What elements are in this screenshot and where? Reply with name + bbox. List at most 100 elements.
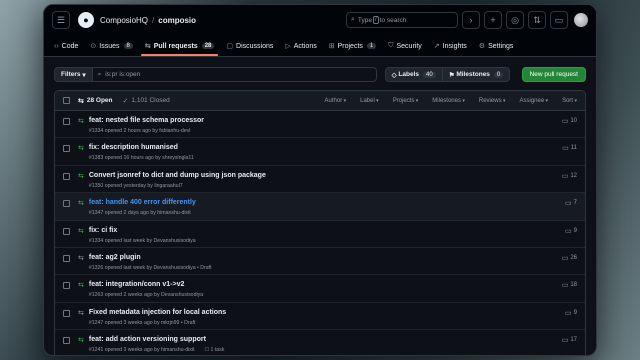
shield-icon: ⛉	[388, 42, 394, 49]
table-row[interactable]: ⇆ feat: add action versioning support #124…	[55, 330, 585, 355]
tab-settings[interactable]: ⚙ Settings	[473, 42, 520, 56]
pr-meta: #1247 opened 3 weeks ago by mkrjn99 • Dr…	[89, 320, 577, 326]
draft-pull-request-icon: ⇆	[78, 254, 84, 262]
pull-request-icon: ⇆	[78, 172, 84, 180]
labels-button[interactable]: ◇ Labels 40	[384, 67, 443, 82]
author-dropdown[interactable]: Author	[325, 98, 347, 104]
pr-title[interactable]: feat: nested file schema processor	[89, 116, 577, 125]
tab-insights[interactable]: ↗ Insights	[428, 42, 473, 56]
tab-actions[interactable]: ▷ Actions	[279, 42, 322, 56]
comment-number: 9	[573, 309, 577, 316]
row-checkbox[interactable]	[63, 309, 70, 317]
pr-title[interactable]: Convert jsonref to dict and dump using j…	[89, 171, 577, 180]
graph-icon: ↗	[433, 43, 440, 50]
row-content: fix: description humanised #1383 opened 1…	[89, 143, 577, 164]
sort-dropdown[interactable]: Sort	[562, 98, 577, 104]
comment-icon: ▭	[561, 337, 569, 345]
table-row[interactable]: ⇆ feat: integration/conn v1->v2 #1263 open…	[55, 275, 585, 303]
new-pull-request-button[interactable]: New pull request	[521, 67, 586, 82]
code-icon: ‹›	[54, 43, 59, 50]
repo-link[interactable]: composio	[158, 16, 196, 25]
filters-button[interactable]: Filters ▾	[54, 67, 93, 82]
tab-label: Settings	[488, 42, 514, 50]
label-dropdown[interactable]: Label	[360, 98, 379, 104]
comment-count[interactable]: ▭ 11	[562, 144, 577, 152]
row-checkbox[interactable]	[63, 282, 70, 290]
table-row[interactable]: ⇆ feat: nested file schema processor #1334…	[55, 111, 585, 139]
tab-count: 28	[201, 43, 215, 49]
comment-count[interactable]: ▭ 7	[565, 199, 577, 207]
inbox-icon[interactable]: ▭	[550, 11, 568, 29]
menu-icon[interactable]: ☰	[52, 11, 70, 29]
assignee-dropdown[interactable]: Assignee	[519, 98, 548, 104]
pull-request-icon: ⇆	[78, 227, 84, 235]
comment-count[interactable]: ▭ 10	[562, 117, 577, 125]
tab-pull-requests[interactable]: ⇆ Pull requests 28	[139, 42, 221, 56]
comment-number: 7	[573, 200, 577, 207]
tab-projects[interactable]: ⊞ Projects 1	[323, 42, 383, 56]
filter-input[interactable]: ⌕ is:pr is:open	[92, 67, 377, 82]
comment-icon: ▭	[565, 227, 572, 235]
projects-dropdown[interactable]: Projects	[393, 98, 419, 104]
table-row[interactable]: ⇆ fix: ci fix #1334 opened last week by De…	[55, 221, 585, 248]
table-row[interactable]: ⇆ feat: handle 400 error differently #1347…	[55, 193, 585, 221]
comment-count[interactable]: ▭ 9	[565, 309, 577, 317]
table-row[interactable]: ⇆ Convert jsonref to dict and dump using …	[55, 166, 585, 194]
row-checkbox[interactable]	[63, 145, 70, 153]
row-checkbox[interactable]	[63, 227, 70, 235]
open-count: 28 Open	[86, 97, 113, 104]
owner-link[interactable]: ComposioHQ	[100, 16, 148, 25]
table-row[interactable]: ⇆ fix: description humanised #1383 opened …	[55, 138, 585, 166]
create-new-icon[interactable]: +	[484, 11, 502, 29]
row-checkbox[interactable]	[63, 200, 70, 208]
tab-security[interactable]: ⛉ Security	[382, 42, 428, 56]
tab-label: Code	[61, 43, 79, 50]
comment-count[interactable]: ▭ 26	[562, 254, 577, 262]
comment-icon: ▭	[565, 309, 572, 317]
milestones-button[interactable]: ⚑ Milestones 0	[442, 67, 511, 82]
search-input[interactable]: ⌕ Type / to search	[346, 12, 458, 28]
row-checkbox[interactable]	[63, 118, 70, 125]
closed-filter[interactable]: ✓ 1,101 Closed	[123, 97, 170, 105]
comment-count[interactable]: ▭ 12	[562, 172, 577, 180]
search-shortcut: /	[373, 16, 379, 24]
tab-label: Issues	[99, 42, 120, 50]
comment-icon: ▭	[561, 282, 569, 290]
comment-number: 26	[570, 254, 577, 261]
pr-title[interactable]: Fixed metadata injection for local actio…	[89, 308, 577, 317]
pr-title[interactable]: feat: add action versioning support	[89, 335, 577, 344]
pr-title[interactable]: feat: handle 400 error differently	[89, 198, 577, 207]
tab-label: Discussions	[236, 42, 274, 50]
pr-title[interactable]: fix: ci fix	[89, 226, 577, 235]
table-row[interactable]: ⇆ Fixed metadata injection for local acti…	[55, 303, 585, 331]
row-checkbox[interactable]	[63, 254, 70, 262]
pr-title[interactable]: fix: description humanised	[89, 143, 577, 152]
pr-title[interactable]: feat: ag2 plugin	[89, 253, 577, 262]
tab-count: 8	[123, 43, 133, 49]
comment-count[interactable]: ▭ 18	[562, 281, 577, 289]
table-icon: ⊞	[328, 43, 335, 50]
github-logo-icon[interactable]: ●	[78, 12, 94, 28]
table-row[interactable]: ⇆ feat: ag2 plugin #1326 opened last week …	[55, 248, 585, 276]
pr-title[interactable]: feat: integration/conn v1->v2	[89, 280, 577, 289]
select-all-checkbox[interactable]	[63, 97, 70, 104]
browser-window: ☰ ● ComposioHQ / composio ⌕ Type / to se…	[43, 4, 597, 356]
issues-icon[interactable]: ◎	[506, 11, 524, 29]
pull-requests-icon[interactable]: ⇅	[528, 11, 546, 29]
reviews-dropdown[interactable]: Reviews	[479, 98, 506, 104]
open-filter[interactable]: ⇆ 28 Open	[78, 97, 113, 105]
pr-rows: ⇆ feat: nested file schema processor #1334…	[55, 111, 585, 355]
comment-number: 10	[570, 118, 577, 124]
comment-count[interactable]: ▭ 9	[565, 227, 577, 235]
comment-count[interactable]: ▭ 17	[562, 336, 577, 344]
pull-request-icon: ⇆	[78, 145, 84, 153]
tab-code[interactable]: ‹› Code	[48, 43, 84, 56]
row-checkbox[interactable]	[63, 172, 70, 180]
tab-issues[interactable]: ⊙ Issues 8	[84, 42, 138, 56]
search-placeholder: Type	[357, 16, 373, 24]
tab-discussions[interactable]: ▢ Discussions	[220, 42, 279, 56]
command-palette-icon[interactable]: ›	[462, 11, 480, 29]
milestones-dropdown[interactable]: Milestones	[432, 98, 465, 104]
avatar[interactable]	[574, 13, 588, 27]
row-checkbox[interactable]	[63, 337, 70, 345]
